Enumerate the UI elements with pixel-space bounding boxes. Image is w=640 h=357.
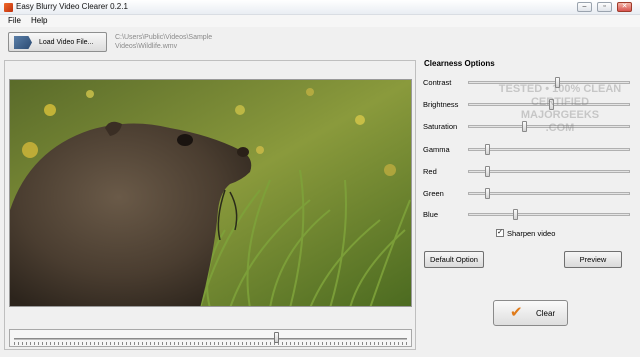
menu-file[interactable]: File xyxy=(8,16,21,25)
checkmark-icon: ✔ xyxy=(510,304,523,321)
slider-label: Blue xyxy=(423,210,439,219)
file-path-line2: Videos\Wildlife.wmv xyxy=(115,43,178,50)
blue-slider[interactable] xyxy=(468,209,630,220)
maximize-button[interactable]: ▫ xyxy=(597,2,612,12)
seek-track xyxy=(14,338,407,340)
toolbar: Load Video File... C:\Users\Public\Video… xyxy=(0,27,640,57)
majorgeeks-watermark: TESTED • 100% CLEAN CERTIFIED MAJORGEEKS… xyxy=(490,83,630,173)
clear-label: Clear xyxy=(536,309,556,318)
seek-ticks xyxy=(14,342,407,345)
slider-label: Brightness xyxy=(423,100,459,109)
file-path-line1: C:\Users\Public\Videos\Sample xyxy=(115,34,213,41)
menu-help[interactable]: Help xyxy=(31,16,47,25)
load-video-button[interactable]: Load Video File... xyxy=(8,32,107,52)
sharpen-label: Sharpen video xyxy=(507,229,556,238)
default-option-button[interactable]: Default Option xyxy=(424,251,484,268)
video-frame-image xyxy=(10,80,411,306)
clear-button[interactable]: ✔ Clear xyxy=(493,300,568,326)
slider-thumb[interactable] xyxy=(513,209,518,220)
title-bar: Easy Blurry Video Clearer 0.2.1 – ▫ ✕ xyxy=(0,0,640,15)
watermark-line2: CERTIFIED xyxy=(530,96,590,108)
seek-thumb[interactable] xyxy=(274,332,279,343)
file-path: C:\Users\Public\Videos\Sample Videos\Wil… xyxy=(115,33,245,51)
slider-row-green: Green xyxy=(423,187,633,201)
load-video-label: Load Video File... xyxy=(39,39,94,46)
video-panel xyxy=(4,60,416,350)
window-title: Easy Blurry Video Clearer 0.2.1 xyxy=(16,2,128,11)
sharpen-checkbox[interactable]: ✓ xyxy=(496,229,504,237)
menu-bar: File Help xyxy=(0,15,640,27)
watermark-line3: MAJORGEEKS xyxy=(520,109,600,121)
clearness-options-title: Clearness Options xyxy=(424,59,495,68)
close-button[interactable]: ✕ xyxy=(617,2,632,12)
seek-bar[interactable] xyxy=(9,329,412,347)
app-icon xyxy=(4,3,13,12)
slider-label: Red xyxy=(423,167,437,176)
slider-thumb[interactable] xyxy=(485,188,490,199)
preview-button[interactable]: Preview xyxy=(564,251,622,268)
watermark-line4: .COM xyxy=(545,122,575,134)
video-file-icon xyxy=(14,36,32,49)
slider-label: Contrast xyxy=(423,78,452,87)
green-slider[interactable] xyxy=(468,188,630,199)
minimize-button[interactable]: – xyxy=(577,2,592,12)
slider-row-blue: Blue xyxy=(423,208,633,222)
video-preview xyxy=(9,79,412,307)
slider-label: Gamma xyxy=(423,145,450,154)
slider-label: Saturation xyxy=(423,122,458,131)
watermark-line1: TESTED • 100% CLEAN xyxy=(498,83,622,95)
slider-label: Green xyxy=(423,189,444,198)
